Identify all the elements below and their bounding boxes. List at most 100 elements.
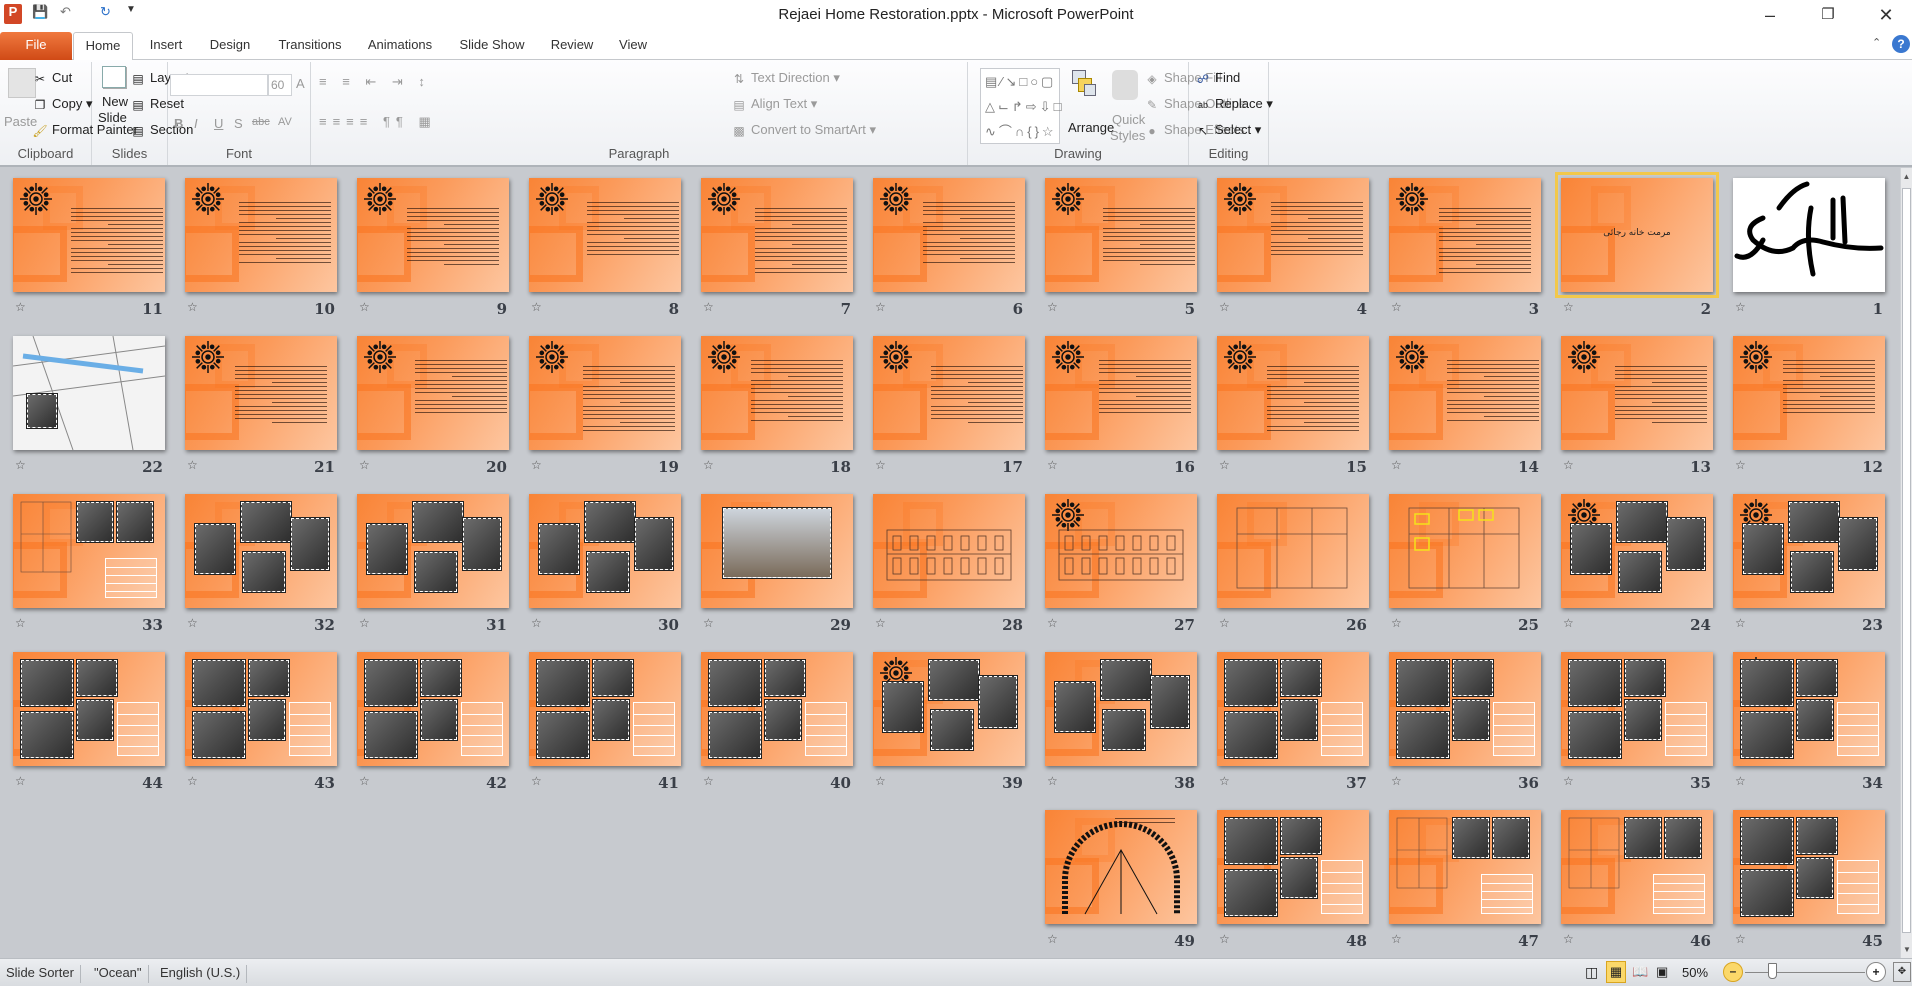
slide-thumbnail-38[interactable] — [1045, 652, 1197, 766]
new-slide-label[interactable]: Slide — [98, 110, 127, 125]
transition-star-icon[interactable]: ☆ — [1563, 616, 1574, 630]
transition-star-icon[interactable]: ☆ — [531, 300, 542, 314]
zoom-slider-thumb[interactable] — [1767, 963, 1777, 979]
bold-icon[interactable]: B — [174, 116, 183, 131]
slide-thumbnail-7[interactable] — [701, 178, 853, 292]
tab-review[interactable]: Review — [544, 32, 600, 60]
vertical-scrollbar[interactable]: ▲ ▼ — [1900, 168, 1912, 958]
text-direction-button[interactable]: Text Direction — [751, 70, 830, 85]
italic-icon[interactable]: I — [194, 116, 198, 131]
fit-to-window-icon[interactable]: ✥ — [1893, 962, 1911, 982]
transition-star-icon[interactable]: ☆ — [1391, 774, 1402, 788]
transition-star-icon[interactable]: ☆ — [1047, 774, 1058, 788]
tab-animations[interactable]: Animations — [358, 32, 442, 60]
shadow-icon[interactable]: S — [234, 116, 243, 131]
tab-insert[interactable]: Insert — [140, 32, 192, 60]
minimize-ribbon-icon[interactable]: ⌃ — [1872, 36, 1881, 49]
transition-star-icon[interactable]: ☆ — [1219, 932, 1230, 946]
font-size-select[interactable]: 60 — [268, 74, 292, 96]
theme-name[interactable]: "Ocean" — [88, 965, 149, 983]
transition-star-icon[interactable]: ☆ — [531, 774, 542, 788]
transition-star-icon[interactable]: ☆ — [531, 458, 542, 472]
transition-star-icon[interactable]: ☆ — [1219, 300, 1230, 314]
slide-thumbnail-5[interactable] — [1045, 178, 1197, 292]
minimize-button[interactable]: – — [1750, 2, 1790, 28]
transition-star-icon[interactable]: ☆ — [15, 458, 26, 472]
slide-show-view-icon[interactable]: ▣ — [1656, 964, 1668, 980]
new-slide-button[interactable]: New — [102, 94, 128, 109]
slide-thumbnail-43[interactable] — [185, 652, 337, 766]
slide-thumbnail-13[interactable] — [1561, 336, 1713, 450]
cut-button[interactable]: Cut — [52, 70, 72, 85]
arrange-button[interactable]: Arrange — [1068, 120, 1114, 135]
slide-thumbnail-49[interactable] — [1045, 810, 1197, 924]
list-icons[interactable]: ≡ ≡ ⇤ ⇥ ↕ — [319, 74, 431, 90]
align-text-button[interactable]: Align Text — [751, 96, 807, 111]
transition-star-icon[interactable]: ☆ — [1391, 932, 1402, 946]
font-name-select[interactable] — [170, 74, 268, 96]
transition-star-icon[interactable]: ☆ — [1735, 458, 1746, 472]
slide-thumbnail-12[interactable] — [1733, 336, 1885, 450]
slide-thumbnail-15[interactable] — [1217, 336, 1369, 450]
slide-thumbnail-16[interactable] — [1045, 336, 1197, 450]
transition-star-icon[interactable]: ☆ — [875, 774, 886, 788]
help-icon[interactable]: ? — [1892, 35, 1910, 53]
grow-font-icon[interactable]: A — [296, 76, 305, 91]
transition-star-icon[interactable]: ☆ — [1391, 300, 1402, 314]
transition-star-icon[interactable]: ☆ — [187, 300, 198, 314]
tab-file[interactable]: File — [0, 32, 72, 60]
slide-thumbnail-9[interactable] — [357, 178, 509, 292]
copy-button[interactable]: Copy — [52, 96, 82, 111]
slide-thumbnail-23[interactable] — [1733, 494, 1885, 608]
slide-thumbnail-47[interactable] — [1389, 810, 1541, 924]
quick-styles-button[interactable]: Quick — [1112, 112, 1145, 127]
slide-thumbnail-4[interactable] — [1217, 178, 1369, 292]
select-button[interactable]: Select — [1215, 122, 1251, 137]
language-indicator[interactable]: English (U.S.) — [154, 965, 248, 983]
slide-thumbnail-3[interactable] — [1389, 178, 1541, 292]
restore-button[interactable]: ❐ — [1808, 2, 1848, 28]
transition-star-icon[interactable]: ☆ — [187, 774, 198, 788]
transition-star-icon[interactable]: ☆ — [1563, 300, 1574, 314]
slide-thumbnail-14[interactable] — [1389, 336, 1541, 450]
underline-icon[interactable]: U — [214, 116, 223, 131]
slide-thumbnail-20[interactable] — [357, 336, 509, 450]
transition-star-icon[interactable]: ☆ — [359, 616, 370, 630]
slide-thumbnail-40[interactable] — [701, 652, 853, 766]
tab-view[interactable]: View — [608, 32, 658, 60]
zoom-out-button[interactable]: – — [1723, 962, 1743, 982]
replace-button[interactable]: Replace — [1215, 96, 1263, 111]
transition-star-icon[interactable]: ☆ — [1735, 300, 1746, 314]
slide-thumbnail-19[interactable] — [529, 336, 681, 450]
slide-thumbnail-29[interactable] — [701, 494, 853, 608]
scrollbar-thumb[interactable] — [1902, 188, 1911, 933]
slide-thumbnail-27[interactable] — [1045, 494, 1197, 608]
transition-star-icon[interactable]: ☆ — [531, 616, 542, 630]
slide-thumbnail-8[interactable] — [529, 178, 681, 292]
tab-design[interactable]: Design — [200, 32, 260, 60]
transition-star-icon[interactable]: ☆ — [1391, 458, 1402, 472]
scroll-down-icon[interactable]: ▼ — [1901, 945, 1912, 954]
transition-star-icon[interactable]: ☆ — [15, 300, 26, 314]
transition-star-icon[interactable]: ☆ — [703, 458, 714, 472]
zoom-slider[interactable] — [1745, 972, 1865, 973]
tab-home[interactable]: Home — [73, 32, 133, 61]
slide-thumbnail-18[interactable] — [701, 336, 853, 450]
transition-star-icon[interactable]: ☆ — [1047, 458, 1058, 472]
transition-star-icon[interactable]: ☆ — [1391, 616, 1402, 630]
transition-star-icon[interactable]: ☆ — [1047, 616, 1058, 630]
transition-star-icon[interactable]: ☆ — [1563, 774, 1574, 788]
slide-thumbnail-35[interactable] — [1561, 652, 1713, 766]
transition-star-icon[interactable]: ☆ — [187, 458, 198, 472]
slide-thumbnail-22[interactable] — [13, 336, 165, 450]
transition-star-icon[interactable]: ☆ — [1735, 774, 1746, 788]
quick-styles-label[interactable]: Styles — [1110, 128, 1145, 143]
align-icons[interactable]: ≡≡≡≡ ¶¶ ▦ — [319, 114, 437, 130]
transition-star-icon[interactable]: ☆ — [187, 616, 198, 630]
slide-thumbnail-2[interactable]: مرمت خانه رجائی — [1555, 172, 1719, 298]
slide-thumbnail-46[interactable] — [1561, 810, 1713, 924]
slide-thumbnail-41[interactable] — [529, 652, 681, 766]
slide-thumbnail-26[interactable] — [1217, 494, 1369, 608]
slide-thumbnail-33[interactable] — [13, 494, 165, 608]
zoom-level[interactable]: 50% — [1682, 965, 1708, 980]
